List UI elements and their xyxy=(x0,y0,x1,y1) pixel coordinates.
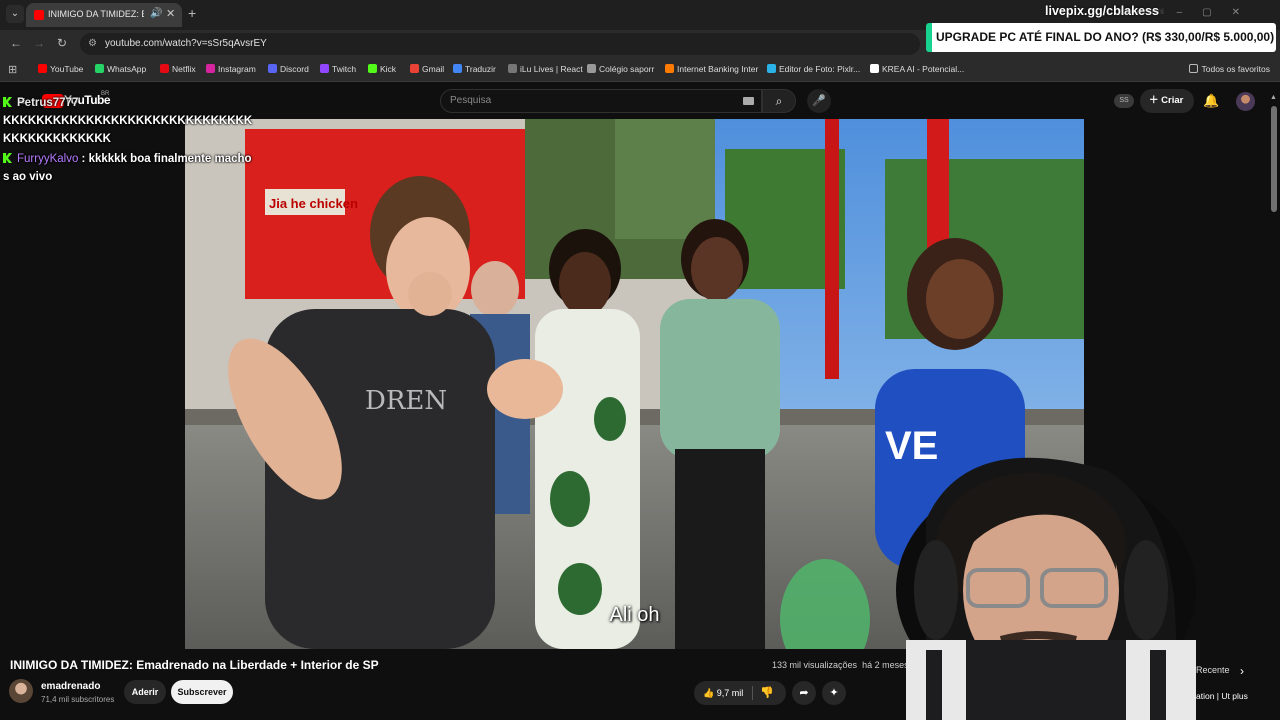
all-bookmarks-link[interactable]: Todos os favoritos xyxy=(1189,64,1270,74)
livepix-ghost-text: cblakessmini xyxy=(1118,7,1164,16)
chat-username: FurryyKalvo xyxy=(17,153,79,165)
page-scrollbar[interactable]: ▲ xyxy=(1270,94,1278,714)
microphone-icon: 🎤 xyxy=(812,95,826,107)
chat-message: FurryyKalvo : kkkkkk boa finalmente mach… xyxy=(3,153,252,183)
keyboard-icon[interactable] xyxy=(743,97,754,105)
bookmark-gmail[interactable]: Gmail xyxy=(410,64,444,74)
donation-goal-banner: UPGRADE PC ATÉ FINAL DO ANO? (R$ 330,00/… xyxy=(926,23,1276,52)
bookmark-col-gio-saporr[interactable]: Colégio saporr xyxy=(587,64,654,74)
view-count: 133 mil visualizações xyxy=(772,660,858,670)
tab-title: INIMIGO DA TIMIDEZ: Ema xyxy=(48,9,144,19)
scroll-up-arrow-icon[interactable]: ▲ xyxy=(1270,94,1277,101)
bookmark-internet-banking-inter[interactable]: Internet Banking Inter xyxy=(665,64,758,74)
bookmark-favicon-icon xyxy=(508,64,517,73)
bookmark-favicon-icon xyxy=(38,64,47,73)
share-icon: ➦ xyxy=(799,687,809,699)
donation-goal-text: UPGRADE PC ATÉ FINAL DO ANO? (R$ 330,00/… xyxy=(936,30,1275,44)
chat-message: Petrus7777 KKKKKKKKKKKKKKKKKKKKKKKKKKKKK… xyxy=(3,94,253,148)
bookmarks-bar: ⊞ YouTube WhatsApp Netflix Instagram Discord… xyxy=(0,58,1280,82)
bookmark-favicon-icon xyxy=(587,64,596,73)
bookmark-ilu-lives-react[interactable]: iLu Lives | React xyxy=(508,64,583,74)
channel-name[interactable]: emadrenado xyxy=(41,681,100,692)
like-dislike-group: 👍 9,7 mil 👎 xyxy=(694,681,786,705)
account-avatar[interactable] xyxy=(1236,92,1255,111)
site-settings-icon[interactable]: ⚙ xyxy=(88,38,97,49)
apps-grid-icon[interactable]: ⊞ xyxy=(8,63,17,76)
webcam-image xyxy=(896,457,1196,720)
bookmark-twitch[interactable]: Twitch xyxy=(320,64,356,74)
plus-icon: ＋ xyxy=(1149,95,1162,106)
bookmark-favicon-icon xyxy=(453,64,462,73)
bookmark-youtube[interactable]: YouTube xyxy=(38,64,83,74)
new-tab-button[interactable]: + xyxy=(188,5,196,21)
folder-icon xyxy=(1189,64,1199,73)
thumbs-down-icon: 👎 xyxy=(760,687,774,699)
thumbs-up-icon: 👍 xyxy=(703,688,717,698)
bookmark-netflix[interactable]: Netflix xyxy=(160,64,196,74)
bookmark-favicon-icon xyxy=(95,64,104,73)
screen: ⌄ INIMIGO DA TIMIDEZ: Ema 🔊 ✕ + –▢✕ ← → … xyxy=(0,0,1280,720)
url-text: youtube.com/watch?v=sSr5qAvsrEY xyxy=(105,38,267,49)
subscribe-button[interactable]: Subscrever xyxy=(171,680,233,704)
tab-close-icon[interactable]: ✕ xyxy=(166,7,175,20)
bookmark-favicon-icon xyxy=(665,64,674,73)
bookmark-favicon-icon xyxy=(767,64,776,73)
bookmark-traduzir[interactable]: Traduzir xyxy=(453,64,496,74)
youtube-favicon-icon xyxy=(34,10,44,20)
browser-tab-active[interactable]: INIMIGO DA TIMIDEZ: Ema 🔊 ✕ xyxy=(26,3,182,27)
create-button[interactable]: ＋ Criar xyxy=(1140,89,1194,113)
chat-text: KKKKKKKKKKKKKKKKKKKKKKKKKKKKKKKKKKKKKKKK… xyxy=(3,115,253,145)
video-title: INIMIGO DA TIMIDEZ: Emadrenado na Liberd… xyxy=(10,658,379,672)
svg-text:DREN: DREN xyxy=(365,386,447,416)
search-button[interactable]: ⌕ xyxy=(762,89,796,113)
url-field[interactable]: ⚙ youtube.com/watch?v=sSr5qAvsrEY xyxy=(80,33,920,55)
share-button[interactable]: ➦ xyxy=(792,681,816,705)
kick-badge-icon xyxy=(3,97,12,107)
bookmark-whatsapp[interactable]: WhatsApp xyxy=(95,64,146,74)
notifications-bell-icon[interactable]: 🔔 xyxy=(1203,93,1219,109)
voice-search-button[interactable]: 🎤 xyxy=(807,89,831,113)
ask-ai-button[interactable]: ✦ xyxy=(822,681,846,705)
search-input[interactable]: Pesquisa xyxy=(440,89,762,113)
search-placeholder: Pesquisa xyxy=(450,95,492,106)
extension-badge[interactable]: SS xyxy=(1114,94,1134,108)
bookmark-favicon-icon xyxy=(320,64,329,73)
streamer-webcam xyxy=(846,440,1204,720)
back-arrow-icon[interactable]: ← xyxy=(10,36,22,50)
window-controls[interactable]: –▢✕ xyxy=(1177,7,1260,18)
forward-arrow-icon[interactable]: → xyxy=(33,36,45,50)
speaker-icon[interactable]: 🔊 xyxy=(150,8,162,19)
bookmark-favicon-icon xyxy=(870,64,879,73)
bookmark-editor-de-foto-pixlr[interactable]: Editor de Foto: Pixlr... xyxy=(767,64,860,74)
reload-icon[interactable]: ↻ xyxy=(57,36,67,50)
bookmark-favicon-icon xyxy=(206,64,215,73)
bookmark-kick[interactable]: Kick xyxy=(368,64,396,74)
join-button[interactable]: Aderir xyxy=(124,680,166,704)
sparkle-icon: ✦ xyxy=(829,687,839,699)
chevron-right-icon[interactable]: › xyxy=(1240,664,1244,678)
like-divider xyxy=(752,686,753,700)
bookmark-instagram[interactable]: Instagram xyxy=(206,64,256,74)
dislike-button[interactable]: 👎 xyxy=(760,681,784,705)
channel-avatar[interactable] xyxy=(9,679,33,703)
chat-username: Petrus7777 xyxy=(17,97,79,109)
like-count: 9,7 mil xyxy=(716,688,744,698)
bookmark-favicon-icon xyxy=(368,64,377,73)
search-icon: ⌕ xyxy=(775,94,783,108)
bookmark-discord[interactable]: Discord xyxy=(268,64,309,74)
bookmark-krea-ai-potencial[interactable]: KREA AI - Potencial... xyxy=(870,64,964,74)
bookmark-favicon-icon xyxy=(160,64,169,73)
kick-badge-icon xyxy=(3,153,12,163)
like-button[interactable]: 👍 9,7 mil xyxy=(694,681,750,705)
subscriber-count: 71,4 mil subscritores xyxy=(41,695,115,704)
svg-text:Jia he chicken: Jia he chicken xyxy=(269,196,358,211)
bookmark-favicon-icon xyxy=(268,64,277,73)
bookmark-favicon-icon xyxy=(410,64,419,73)
tab-search-icon[interactable]: ⌄ xyxy=(6,5,24,23)
scrollbar-thumb[interactable] xyxy=(1271,106,1277,212)
stream-chat-overlay: Petrus7777 KKKKKKKKKKKKKKKKKKKKKKKKKKKKK… xyxy=(3,94,253,186)
